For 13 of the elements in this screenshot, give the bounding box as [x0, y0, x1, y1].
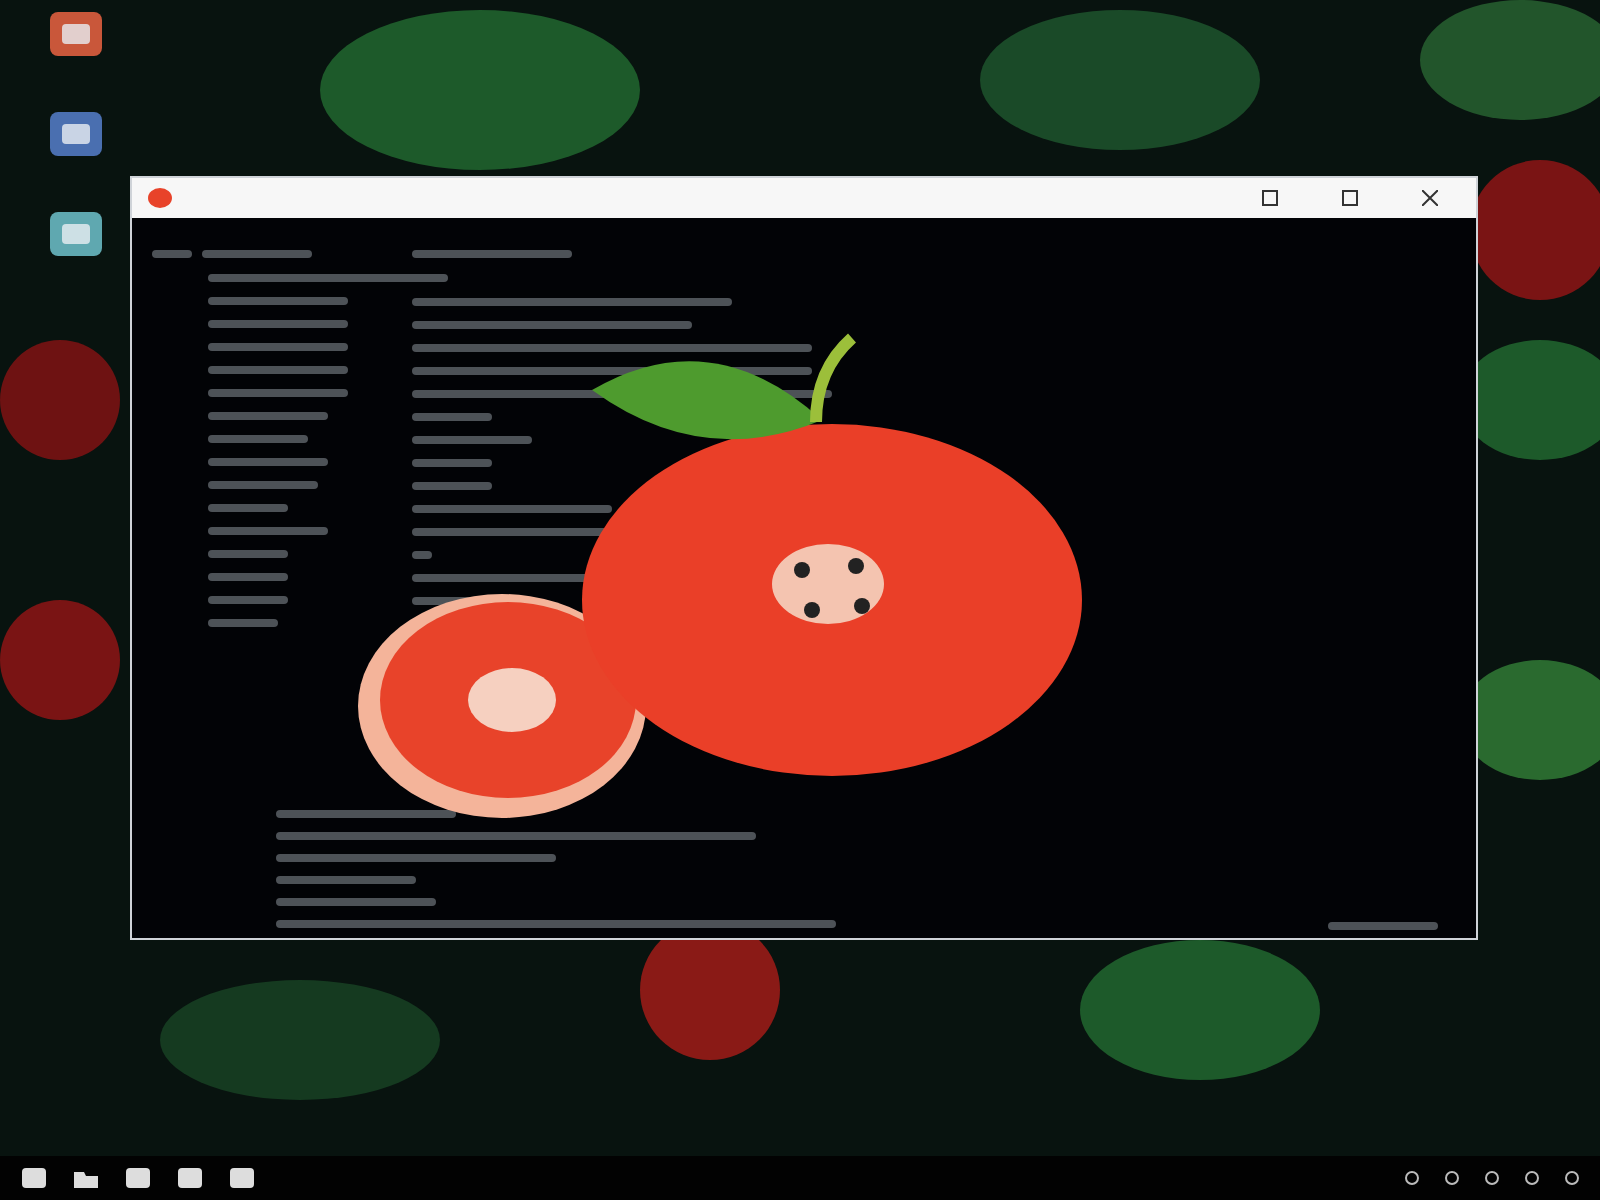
taskbar-button[interactable] — [124, 1166, 152, 1190]
app-icon — [176, 1166, 204, 1190]
tray-icon[interactable] — [1564, 1170, 1580, 1186]
app-icon — [228, 1166, 256, 1190]
tray-icon[interactable] — [1404, 1170, 1420, 1186]
tray-icon[interactable] — [1444, 1170, 1460, 1186]
tray-icon[interactable] — [1484, 1170, 1500, 1186]
folder-icon — [72, 1166, 100, 1190]
taskbar-button[interactable] — [176, 1166, 204, 1190]
taskbar-button[interactable] — [72, 1166, 100, 1190]
taskbar-button[interactable] — [228, 1166, 256, 1190]
app-icon — [124, 1166, 152, 1190]
tray-icon[interactable] — [1524, 1170, 1540, 1186]
